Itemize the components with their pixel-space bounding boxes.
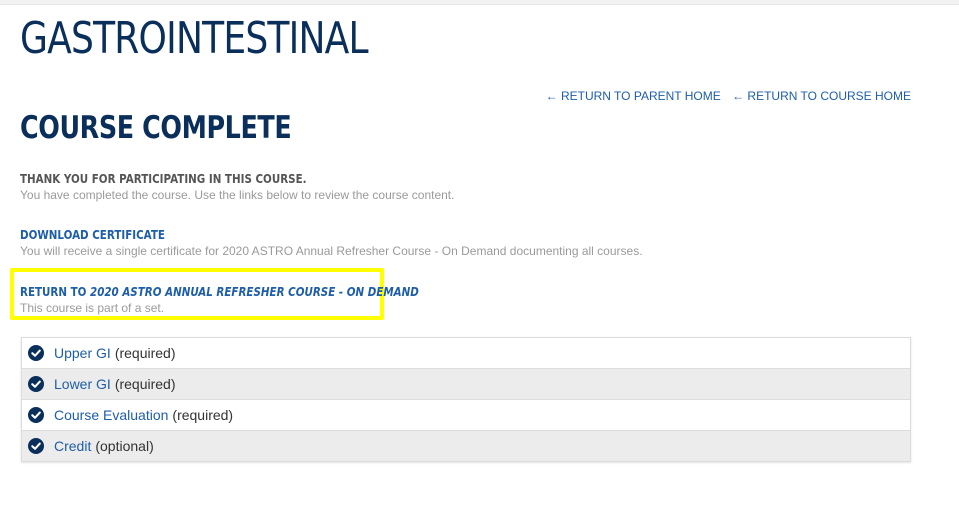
download-certificate-block: DOWNLOAD CERTIFICATE You will receive a …	[20, 227, 643, 259]
return-to-course-set-block: RETURN TO 2020 ASTRO ANNUAL REFRESHER CO…	[20, 284, 484, 316]
return-course-name: 2020 ASTRO ANNUAL REFRESHER COURSE - ON …	[90, 285, 419, 299]
page-title: GASTROINTESTINAL	[20, 13, 369, 64]
return-to-parent-home-link[interactable]: ← RETURN TO PARENT HOME	[546, 89, 724, 103]
course-row: Credit (optional)	[22, 431, 910, 461]
course-set-text: This course is part of a set.	[20, 301, 165, 315]
course-link-upper-gi[interactable]: Upper GI	[54, 345, 111, 361]
course-status: (required)	[172, 407, 234, 423]
arrow-left-icon: ←	[732, 89, 745, 103]
download-certificate-text: You will receive a single certificate fo…	[20, 244, 643, 258]
course-row: Course Evaluation (required)	[22, 400, 910, 431]
course-status: (optional)	[95, 438, 154, 454]
course-link-lower-gi[interactable]: Lower GI	[54, 376, 111, 392]
course-link-course-evaluation[interactable]: Course Evaluation	[54, 407, 168, 423]
return-prefix: RETURN TO	[20, 285, 91, 299]
section-title: COURSE COMPLETE	[20, 110, 292, 146]
top-bar	[0, 0, 959, 5]
course-status: (required)	[114, 345, 176, 361]
check-circle-icon	[28, 376, 44, 392]
check-circle-icon	[28, 407, 44, 423]
thank-you-text: You have completed the course. Use the l…	[20, 188, 455, 202]
course-row: Lower GI (required)	[22, 369, 910, 400]
course-link-credit[interactable]: Credit	[54, 438, 91, 454]
thank-you-heading: THANK YOU FOR PARTICIPATING IN THIS COUR…	[20, 172, 307, 186]
arrow-left-icon: ←	[545, 89, 558, 103]
return-to-course-set-link[interactable]: RETURN TO 2020 ASTRO ANNUAL REFRESHER CO…	[20, 284, 419, 300]
course-status: (required)	[114, 376, 176, 392]
download-certificate-link[interactable]: DOWNLOAD CERTIFICATE	[20, 227, 555, 243]
check-circle-icon	[28, 438, 44, 454]
check-circle-icon	[28, 345, 44, 361]
course-list: Upper GI (required) Lower GI (required) …	[21, 337, 911, 462]
thank-you-block: THANK YOU FOR PARTICIPATING IN THIS COUR…	[20, 171, 454, 203]
return-links: ← RETURN TO PARENT HOME ← RETURN TO COUR…	[538, 89, 911, 103]
return-parent-label: RETURN TO PARENT HOME	[560, 89, 721, 103]
course-row: Upper GI (required)	[22, 338, 910, 369]
return-to-course-home-link[interactable]: ← RETURN TO COURSE HOME	[732, 89, 911, 103]
return-course-label: RETURN TO COURSE HOME	[747, 89, 911, 103]
